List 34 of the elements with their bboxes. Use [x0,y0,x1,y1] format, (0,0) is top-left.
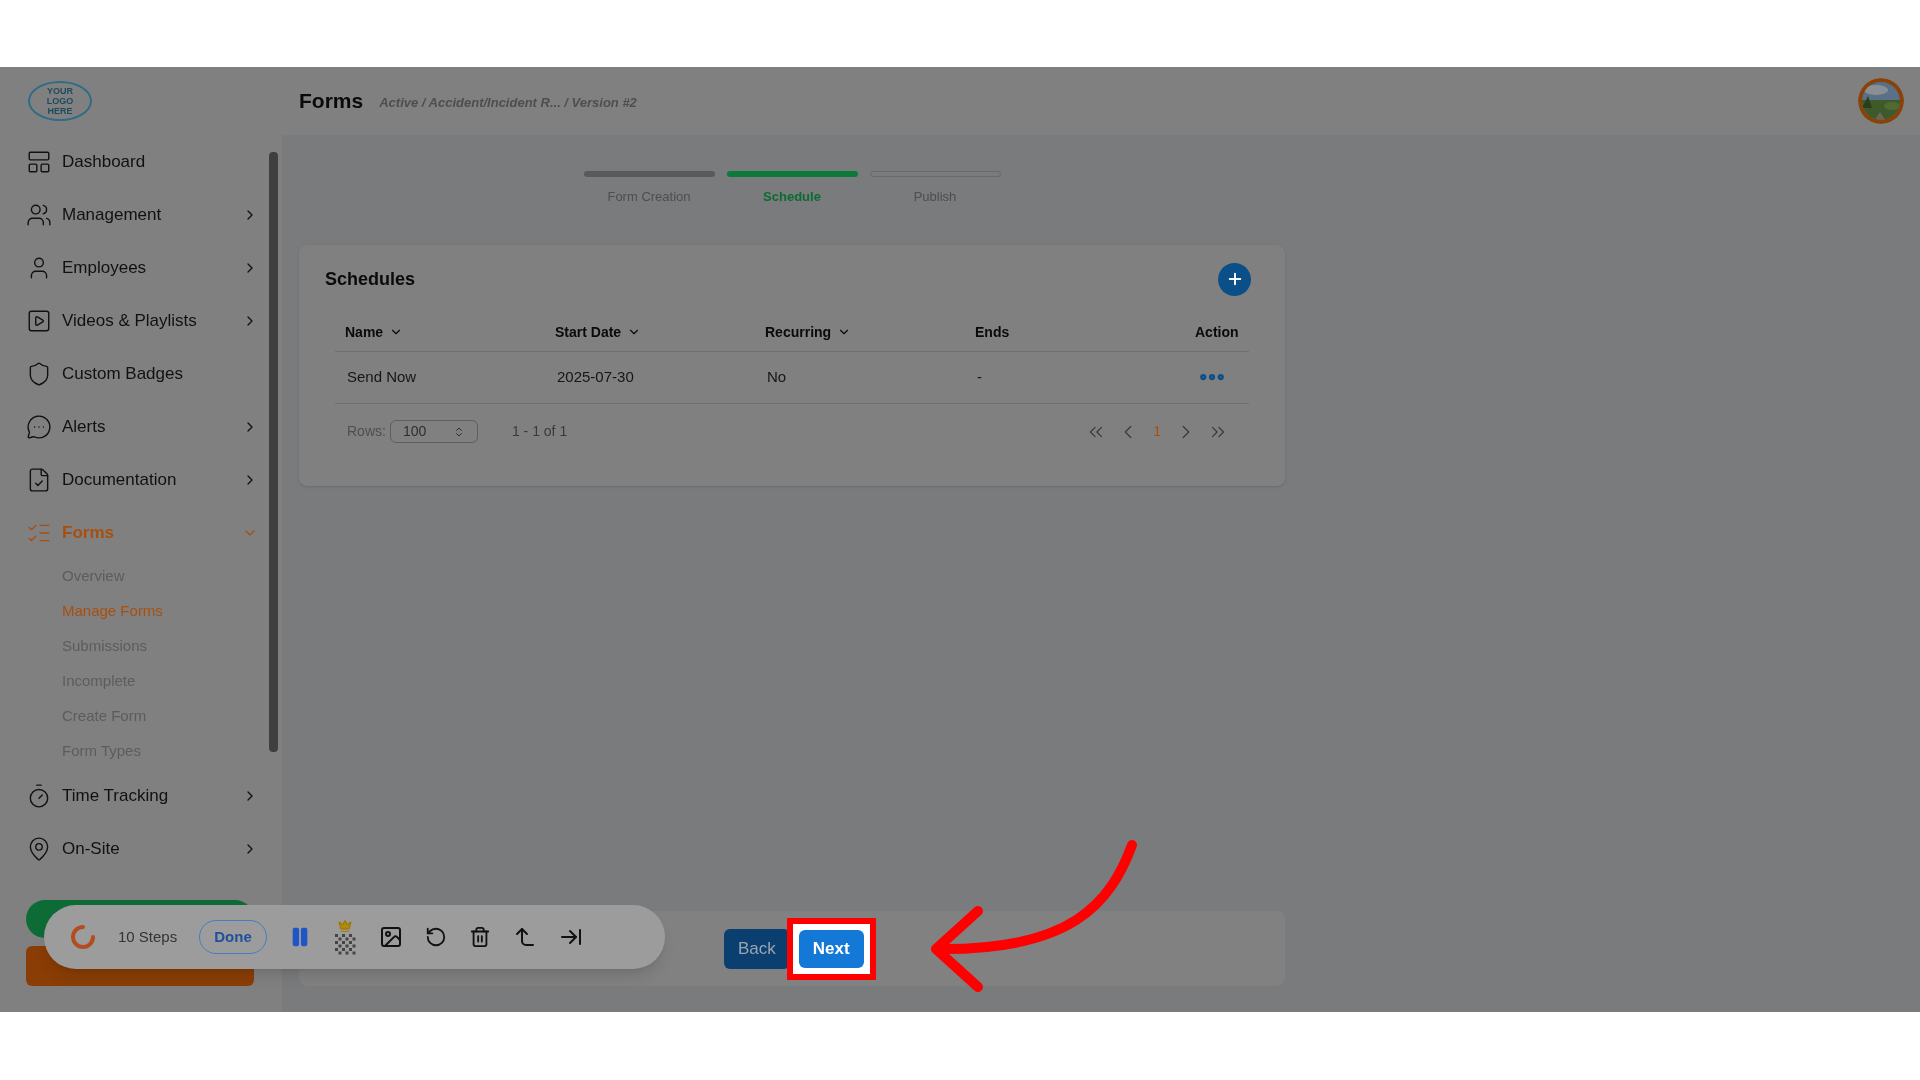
sidebar-item[interactable]: On-Site [0,822,272,875]
trash-icon[interactable] [468,926,491,948]
table-cell-text: 2025-07-30 [557,366,635,387]
logo: YOUR LOGO HERE [28,81,92,121]
back-button[interactable]: Back [724,928,790,969]
blur-tool-icon[interactable] [332,919,357,955]
page-title: Forms [299,88,364,115]
sidebar-item[interactable]: Dashboard [0,135,272,188]
sidebar-item[interactable]: Time Tracking [0,769,272,822]
column-header[interactable]: Ends [975,321,1195,343]
column-header[interactable]: Name [345,321,555,343]
step-label: Schedule [763,188,821,206]
column-header[interactable]: Recurring [765,321,975,343]
next-button[interactable]: Next [798,929,864,968]
sidebar-item[interactable]: Alerts [0,400,272,453]
chat-bubble-icon [26,413,52,440]
card-title: Schedules [325,267,416,291]
column-header[interactable]: Action [1195,321,1247,343]
image-icon[interactable] [378,925,403,949]
table-cell-text: Send Now [347,366,418,387]
sidebar-item[interactable]: Custom Badges [0,347,272,400]
sidebar-item[interactable]: Documentation [0,453,272,506]
swirl-logo-icon [70,924,96,950]
column-header[interactable]: Start Date [555,321,765,343]
undo-icon[interactable] [424,926,447,948]
sidebar-item[interactable]: Employees [0,241,272,294]
sidebar-item[interactable]: Management [0,188,272,241]
range-text: 1 - 1 of 1 [511,422,568,441]
add-button[interactable] [1218,262,1251,296]
table-cell-text: No [767,366,788,387]
steps-count: 10 Steps [118,926,178,947]
table-cell-text: - [977,366,983,387]
sidebar-item[interactable]: Videos & Playlists [0,294,272,347]
rows-select[interactable]: 100 [389,420,478,443]
